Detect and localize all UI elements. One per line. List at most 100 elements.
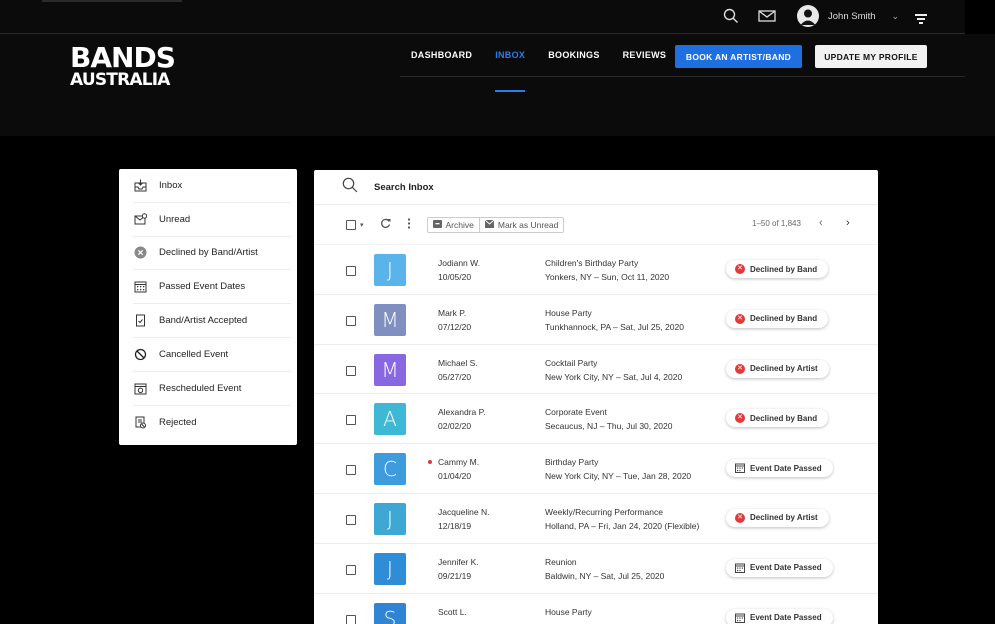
sidebar-item-label: Declined by Band/Artist: [159, 247, 258, 259]
sidebar-item-label: Inbox: [159, 179, 183, 191]
sender-name: Mark P.: [438, 307, 467, 318]
message-row[interactable]: J Jodiann W. 10/05/20 Children's Birthday P…: [314, 245, 878, 295]
event-type: Birthday Party: [545, 457, 599, 468]
status-badge: Event Date Passed: [726, 459, 833, 478]
calendar-icon: [735, 463, 745, 474]
sidebar-item-label: Rescheduled Event: [159, 382, 242, 394]
sidebar-item-rejected[interactable]: Rejected: [133, 406, 291, 440]
sidebar-item-cancelled[interactable]: Cancelled Event: [133, 338, 291, 372]
sender-avatar: J: [374, 552, 406, 585]
archive-button[interactable]: Archive: [426, 216, 479, 233]
site-header: BANDS AUSTRALIA DASHBOARD INBOX BOOKINGS…: [0, 34, 995, 136]
sidebar-item-accepted[interactable]: Band/Artist Accepted: [133, 304, 291, 338]
event-location-date: Secaucus, NJ – Thu, Jul 30, 2020: [545, 421, 673, 432]
inbox-search[interactable]: Search Inbox: [314, 170, 878, 205]
sidebar-item-rescheduled[interactable]: Rescheduled Event: [133, 372, 291, 406]
calendar-icon: [735, 563, 745, 573]
message-row[interactable]: C Cammy M. 01/04/20 Birthday Party New York …: [314, 444, 878, 494]
sender-avatar: S: [374, 602, 406, 624]
row-checkbox[interactable]: [346, 614, 356, 624]
pagination-count: 1–50 of 1,843: [752, 219, 801, 228]
sender-name: Michael S.: [438, 357, 478, 368]
sender-name: Jodiann W.: [438, 258, 481, 268]
select-dropdown-icon[interactable]: ▾: [360, 221, 364, 229]
brand-logo[interactable]: BANDS AUSTRALIA: [70, 41, 176, 88]
sidebar-item-inbox[interactable]: Inbox: [133, 169, 291, 203]
refresh-icon[interactable]: [380, 216, 391, 234]
message-date: 09/21/19: [438, 570, 472, 581]
event-type: Corporate Event: [545, 407, 607, 418]
event-location-date: New York City, NY – Sat, Jul 4, 2020: [545, 371, 683, 382]
user-menu[interactable]: John Smith ⌄: [797, 5, 899, 27]
row-checkbox[interactable]: [346, 465, 356, 476]
status-label: Event Date Passed: [750, 563, 822, 573]
user-avatar-icon: [797, 5, 819, 27]
declined-x-icon: ✕: [735, 512, 745, 523]
row-checkbox[interactable]: [346, 415, 356, 426]
message-row[interactable]: M Mark P. 07/12/20 House Party Tunkhannock, …: [314, 295, 878, 345]
event-location-date: Holland, PA – Fri, Jan 24, 2020 (Flexibl…: [545, 520, 700, 531]
sidebar-item-label: Cancelled Event: [159, 348, 229, 360]
sender-avatar: J: [374, 502, 406, 535]
book-artist-button[interactable]: BOOK AN ARTIST/BAND: [675, 45, 802, 68]
prev-page-icon[interactable]: ‹: [819, 217, 823, 229]
row-checkbox[interactable]: [346, 266, 356, 276]
more-options-icon[interactable]: [407, 216, 411, 234]
nav-bookings[interactable]: BOOKINGS: [548, 50, 599, 92]
event-location-date: Tunkhannock, PA – Sat, Jul 25, 2020: [545, 321, 684, 332]
search-icon[interactable]: [723, 8, 741, 26]
message-date: 10/05/20: [438, 272, 472, 282]
declined-x-icon: ✕: [735, 264, 745, 274]
archive-icon: [432, 219, 442, 230]
status-label: Event Date Passed: [750, 613, 822, 623]
sidebar-item-label: Unread: [159, 213, 191, 225]
inbox-toolbar: ▾ Archive Mark as Unread 1–50 of 1,843 ‹…: [314, 205, 878, 245]
row-checkbox[interactable]: [346, 365, 356, 376]
logo-line-1: BANDS: [70, 41, 176, 74]
message-date: 01/04/20: [438, 471, 472, 482]
status-label: Declined by Artist: [750, 364, 818, 374]
calendar-icon: [133, 280, 147, 294]
top-utility-bar: John Smith ⌄: [0, 0, 965, 34]
status-label: Declined by Artist: [750, 513, 818, 523]
row-checkbox[interactable]: [346, 564, 356, 575]
sender-avatar: A: [374, 403, 406, 436]
message-row[interactable]: J Jacqueline N. 12/18/19 Weekly/Recurring P…: [314, 494, 878, 544]
update-profile-button[interactable]: UPDATE MY PROFILE: [815, 45, 927, 68]
select-all-checkbox[interactable]: [346, 219, 356, 230]
sidebar-item-label: Passed Event Dates: [159, 281, 246, 293]
sidebar-item-unread[interactable]: Unread: [133, 203, 291, 237]
row-checkbox[interactable]: [346, 514, 356, 525]
unread-mail-icon: [133, 212, 147, 226]
sidebar-item-passed-dates[interactable]: Passed Event Dates: [133, 270, 291, 305]
status-badge: ✕ Declined by Band: [726, 260, 829, 278]
nav-dashboard[interactable]: DASHBOARD: [411, 50, 472, 92]
nav-inbox[interactable]: INBOX: [495, 50, 526, 92]
row-checkbox[interactable]: [346, 315, 356, 326]
sender-name: Jennifer K.: [438, 556, 479, 567]
message-list: J Jodiann W. 10/05/20 Children's Birthday P…: [314, 245, 878, 624]
top-divider: [42, 0, 182, 2]
main-nav: DASHBOARD INBOX BOOKINGS REVIEWS: [411, 50, 689, 92]
declined-x-icon: ✕: [735, 363, 745, 374]
message-row[interactable]: A Alexandra P. 02/02/20 Corporate Event Seca…: [314, 394, 878, 445]
sender-name: Scott L.: [438, 606, 467, 617]
mail-icon[interactable]: [758, 8, 776, 26]
mark-unread-button[interactable]: Mark as Unread: [478, 216, 565, 233]
status-label: Declined by Band: [750, 314, 818, 324]
message-row[interactable]: J Jennifer K. 09/21/19 Reunion Baldwin, NY –…: [314, 544, 878, 594]
nav-reviews[interactable]: REVIEWS: [623, 50, 667, 92]
next-page-icon[interactable]: ›: [846, 217, 850, 229]
sidebar-item-label: Rejected: [159, 416, 197, 428]
status-badge: Event Date Passed: [726, 558, 833, 577]
sender-avatar: M: [374, 353, 406, 386]
user-name: John Smith: [828, 10, 876, 22]
status-label: Event Date Passed: [750, 463, 822, 473]
declined-x-icon: ✕: [735, 413, 745, 424]
menu-icon[interactable]: [915, 11, 927, 29]
message-row[interactable]: M Michael S. 05/27/20 Cocktail Party New Yor…: [314, 345, 878, 395]
sidebar-item-declined[interactable]: Declined by Band/Artist: [133, 237, 291, 271]
message-row[interactable]: S Scott L. House Party Event Date Passed: [314, 594, 878, 624]
sender-avatar: M: [374, 303, 406, 336]
chevron-down-icon[interactable]: ⌄: [892, 11, 900, 22]
